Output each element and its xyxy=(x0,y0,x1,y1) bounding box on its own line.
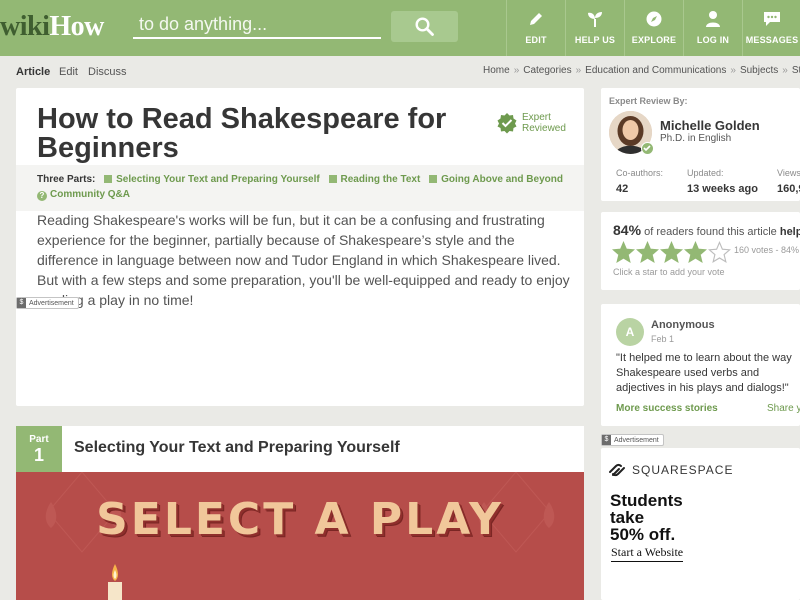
advertisement-label: $ Advertisement xyxy=(16,297,79,309)
pencil-icon xyxy=(530,13,542,25)
breadcrumb: Home» Categories» Education and Communicat… xyxy=(483,65,800,76)
square-icon xyxy=(104,175,113,183)
intro-paragraph: Reading Shakespeare's works will be fun,… xyxy=(37,212,570,308)
testimonial-date: Feb 1 xyxy=(651,334,675,344)
part-heading: Selecting Your Text and Preparing Yourse… xyxy=(62,426,584,472)
avatar: A xyxy=(616,318,644,346)
dollar-icon: $ xyxy=(17,298,26,308)
nav-log-in[interactable]: LOG IN xyxy=(683,0,742,56)
tab-discuss[interactable]: Discuss xyxy=(88,66,127,78)
testimonial-quote: "It helped me to learn about the way Sha… xyxy=(616,352,792,394)
toc-community-qa[interactable]: ? Community Q&A xyxy=(37,189,130,201)
part-title: Selecting Your Text and Preparing Yourse… xyxy=(74,439,400,456)
testimonial-author: Anonymous xyxy=(651,319,715,331)
star-icon[interactable] xyxy=(684,241,707,264)
nav-edit[interactable]: EDIT xyxy=(506,0,565,56)
share-link[interactable]: Share y xyxy=(767,403,800,414)
step-image-text: SELECT A PLAY xyxy=(96,494,504,545)
reviewer-name[interactable]: Michelle Golden xyxy=(660,118,760,133)
expert-reviewed-badge[interactable]: Expert Reviewed xyxy=(496,112,566,134)
stat-views: Views 160,9 xyxy=(777,168,800,195)
breadcrumb-subjects[interactable]: Subjects xyxy=(740,65,778,76)
nav-messages[interactable]: MESSAGES xyxy=(742,0,800,56)
compass-icon xyxy=(646,11,662,27)
stat-updated: Updated: 13 weeks ago xyxy=(687,168,758,195)
stat-coauthors: Co-authors: 42 xyxy=(616,168,664,195)
sidebar-advertisement-label: $ Advertisement xyxy=(601,434,664,446)
star-icon[interactable] xyxy=(660,241,683,264)
star-icon[interactable] xyxy=(636,241,659,264)
helpful-percent: 84% xyxy=(613,222,642,238)
toc-part-2[interactable]: Reading the Text xyxy=(328,174,420,185)
logo-wiki: wiki xyxy=(0,11,50,42)
breadcrumb-studying[interactable]: Studying L xyxy=(792,65,800,76)
nav-explore-label: EXPLORE xyxy=(631,35,677,45)
nav-help-us[interactable]: HELP US xyxy=(565,0,624,56)
question-icon: ? xyxy=(37,191,47,201)
nav-edit-label: EDIT xyxy=(525,35,547,45)
breadcrumb-categories[interactable]: Categories xyxy=(523,65,571,76)
star-rating[interactable] xyxy=(612,241,731,264)
nav-help-us-label: HELP US xyxy=(574,35,616,45)
start-website-link[interactable]: Start a Website xyxy=(611,545,684,562)
helpful-word: helpfu xyxy=(779,226,800,238)
squarespace-wordmark: SQUARESPACE xyxy=(632,463,734,477)
expert-review-label: Expert Review By: xyxy=(609,96,688,106)
toc-part-3[interactable]: Going Above and Beyond xyxy=(429,174,563,185)
helpful-summary: 84% of readers found this article helpfu xyxy=(613,222,800,238)
toc-part-1[interactable]: Selecting Your Text and Preparing Yourse… xyxy=(104,174,320,185)
ad-headline: Students take 50% off. xyxy=(610,491,683,544)
search-button[interactable] xyxy=(391,11,458,42)
logo-how: How xyxy=(49,11,104,42)
article-intro-card: How to Read Shakespeare for Beginners Ex… xyxy=(16,88,584,406)
squarespace-logo-icon xyxy=(609,463,625,477)
part-number-badge: Part 1 xyxy=(16,426,62,472)
vote-hint: Click a star to add your vote xyxy=(613,267,725,277)
breadcrumb-home[interactable]: Home xyxy=(483,65,510,76)
page-title: How to Read Shakespeare for Beginners xyxy=(37,103,447,164)
chat-icon xyxy=(764,12,780,26)
vote-count: 160 votes - 84% xyxy=(734,245,800,255)
more-success-stories-link[interactable]: More success stories xyxy=(616,403,718,414)
search-input[interactable] xyxy=(133,12,381,39)
verified-check-icon xyxy=(641,142,654,155)
nav-explore[interactable]: EXPLORE xyxy=(624,0,683,56)
nav-messages-label: MESSAGES xyxy=(745,35,799,45)
parts-label: Three Parts: xyxy=(37,174,96,185)
breadcrumb-education[interactable]: Education and Communications xyxy=(585,65,726,76)
search-icon xyxy=(415,17,434,36)
header-nav: EDIT HELP US EXPLORE LOG IN MESSAGES xyxy=(506,0,800,56)
wikihow-logo[interactable]: wikiHow xyxy=(0,10,104,44)
helpful-text: of readers found this article xyxy=(644,226,777,238)
squarespace-logo[interactable]: SQUARESPACE xyxy=(608,463,733,477)
square-icon xyxy=(429,175,438,183)
nav-log-in-label: LOG IN xyxy=(696,35,730,45)
tab-article[interactable]: Article xyxy=(16,66,50,78)
square-icon xyxy=(328,175,337,183)
candle-icon xyxy=(108,564,122,600)
user-icon xyxy=(706,11,720,27)
star-icon[interactable] xyxy=(708,241,731,264)
tab-edit[interactable]: Edit xyxy=(59,66,78,78)
parts-toc: Three Parts: Selecting Your Text and Pre… xyxy=(16,165,584,211)
article-tabs-bar: Article Edit Discuss Home» Categories» Edu… xyxy=(0,56,800,88)
star-icon[interactable] xyxy=(612,241,635,264)
dollar-icon: $ xyxy=(602,435,611,445)
check-badge-icon xyxy=(497,113,517,134)
expert-reviewed-text: Expert Reviewed xyxy=(522,112,566,134)
reviewer-credential: Ph.D. in English xyxy=(660,133,732,144)
top-bar: wikiHow EDIT HELP US E xyxy=(0,0,800,56)
sprout-icon xyxy=(588,12,602,27)
step-illustration[interactable]: SELECT A PLAY xyxy=(16,472,584,600)
